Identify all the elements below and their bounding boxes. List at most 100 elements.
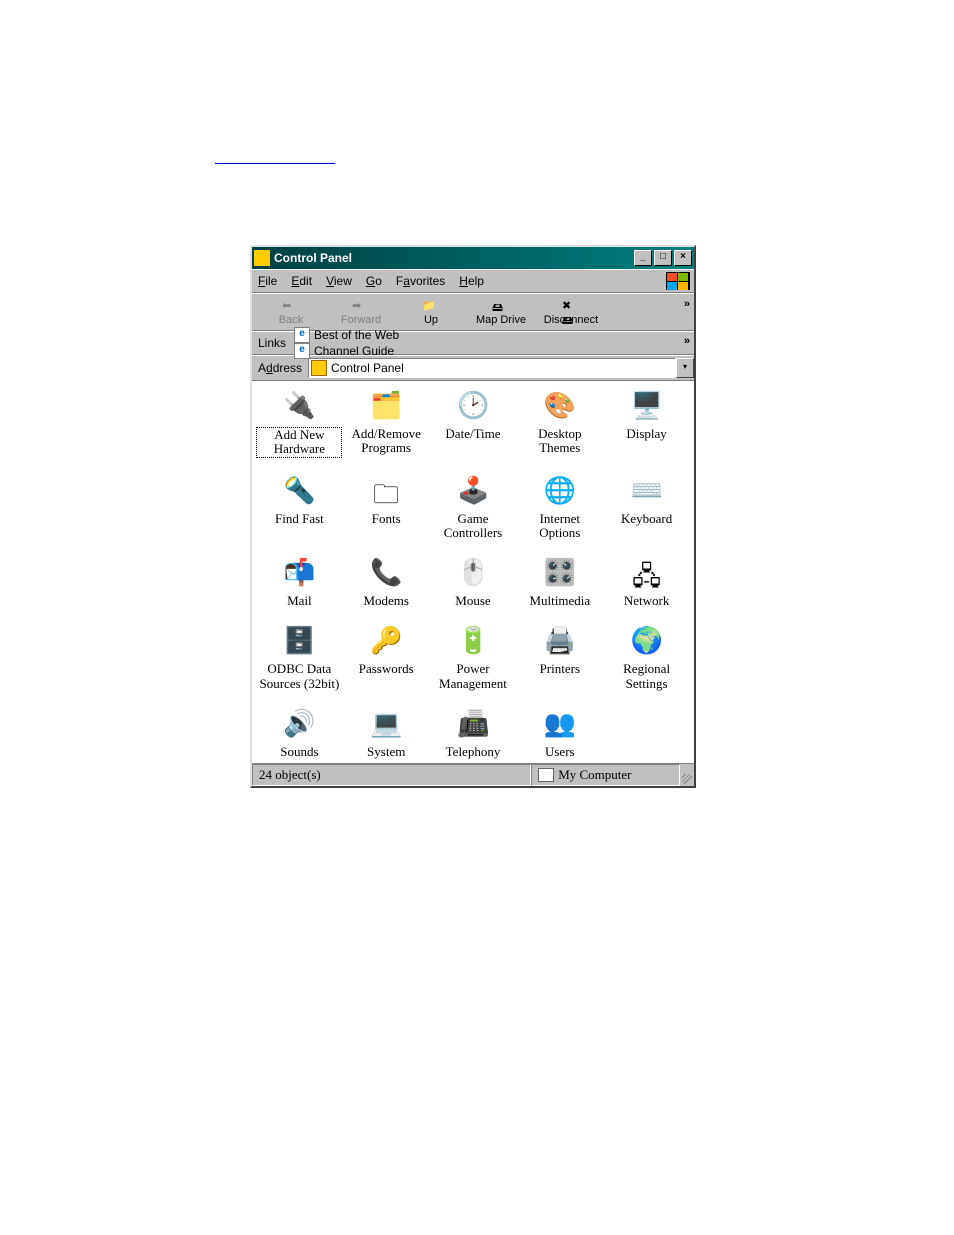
cp-item-label: Modems <box>363 594 409 608</box>
fonts-icon: 🗀 <box>370 476 402 508</box>
maximize-button[interactable]: □ <box>654 250 672 266</box>
cp-item-label: Date/Time <box>445 427 500 441</box>
address-label: Address <box>258 361 302 375</box>
mouse-icon: 🖱️ <box>457 558 489 590</box>
cp-item-internet-options[interactable]: 🌐 Internet Options <box>516 476 603 541</box>
cp-item-users[interactable]: 👥Users <box>516 709 603 759</box>
toolbar-overflow-button[interactable]: » <box>684 298 690 310</box>
titlebar[interactable]: Control Panel _ □ × <box>252 247 694 269</box>
toolbar-mapdrive-button[interactable]: 🖴Map Drive <box>466 299 536 326</box>
cp-item-label: Passwords <box>359 662 414 676</box>
menu-go[interactable]: Go <box>366 274 382 288</box>
address-value: Control Panel <box>331 361 404 375</box>
cp-item-label: Printers <box>540 662 580 676</box>
menu-file[interactable]: FFileile <box>258 274 277 288</box>
cp-item-add-new-hardware[interactable]: 🔌Add New Hardware <box>256 391 343 458</box>
cp-item-label: Display <box>626 427 666 441</box>
icon-grid: 🔌Add New Hardware🗂️Add/Remove Programs🕑D… <box>252 381 694 763</box>
control-panel-icon <box>254 250 270 266</box>
find-fast-icon: 🔦 <box>283 476 315 508</box>
cp-item-desktop-themes[interactable]: 🎨 Desktop Themes <box>516 391 603 458</box>
printers-icon: 🖨️ <box>544 626 576 658</box>
cp-item-regional-settings[interactable]: 🌍Regional Settings <box>603 626 690 691</box>
cp-item-label: Regional Settings <box>607 662 687 691</box>
passwords-icon: 🔑 <box>370 626 402 658</box>
toolbar-up-button[interactable]: 📁Up <box>396 299 466 326</box>
control-panel-window: Control Panel _ □ × FFileile Edit View G… <box>250 245 696 788</box>
cp-item-mail[interactable]: 📬Mail <box>256 558 343 608</box>
modems-icon: 📞 <box>370 558 402 590</box>
cp-item-label: Find Fast <box>275 512 324 526</box>
cp-item-keyboard[interactable]: ⌨️ Keyboard <box>603 476 690 541</box>
windows-logo-icon <box>666 272 690 290</box>
ie-icon: e <box>294 327 310 343</box>
cp-item-system[interactable]: 💻 System <box>343 709 430 759</box>
close-button[interactable]: × <box>674 250 692 266</box>
game-controllers-icon: 🕹️ <box>457 476 489 508</box>
add-remove-programs-icon: 🗂️ <box>370 391 402 423</box>
cp-item-passwords[interactable]: 🔑 Passwords <box>343 626 430 691</box>
cp-item-mouse[interactable]: 🖱️ Mouse <box>430 558 517 608</box>
link-channel-guide[interactable]: eChannel Guide <box>294 343 399 359</box>
toolbar-forward-button: ➡Forward <box>326 299 396 326</box>
cp-item-label: Desktop Themes <box>520 427 600 456</box>
forward-icon: ➡ <box>352 299 370 313</box>
address-input[interactable]: Control Panel <box>308 358 676 378</box>
cp-item-modems[interactable]: 📞 Modems <box>343 558 430 608</box>
cp-item-label: Power Management <box>433 662 513 691</box>
cp-item-date-time[interactable]: 🕑Date/Time <box>430 391 517 458</box>
status-location: My Computer <box>531 764 680 786</box>
cp-item-add-remove-programs[interactable]: 🗂️Add/Remove Programs <box>343 391 430 458</box>
status-object-count: 24 object(s) <box>252 764 531 786</box>
menu-edit[interactable]: Edit <box>291 274 312 288</box>
cp-item-find-fast[interactable]: 🔦 Find Fast <box>256 476 343 541</box>
menu-help[interactable]: Help <box>459 274 484 288</box>
links-bar: Links eBest of the WebeChannel Guide » <box>252 331 694 355</box>
add-new-hardware-icon: 🔌 <box>283 391 315 423</box>
cp-item-label: System <box>367 745 405 759</box>
toolbar-back-button: ⬅Back <box>256 299 326 326</box>
cp-item-multimedia[interactable]: 🎛️ Multimedia <box>516 558 603 608</box>
address-dropdown-button[interactable]: ▾ <box>676 358 694 378</box>
desktop-themes-icon: 🎨 <box>544 391 576 423</box>
cp-item-label: Internet Options <box>520 512 600 541</box>
toolbar-disconnect-button[interactable]: ✖🖴Disconnect <box>536 299 606 326</box>
cp-item-label: Network <box>624 594 670 608</box>
cp-item-power-management[interactable]: 🔋 Power Management <box>430 626 517 691</box>
menu-favorites[interactable]: Favorites <box>396 274 445 288</box>
cp-item-label: Mail <box>287 594 312 608</box>
cp-item-label: Multimedia <box>529 594 590 608</box>
telephony-icon: 📠 <box>457 709 489 741</box>
system-icon: 💻 <box>370 709 402 741</box>
address-icon <box>311 360 327 376</box>
cp-item-sounds[interactable]: 🔊Sounds <box>256 709 343 759</box>
mapdrive-icon: 🖴 <box>492 299 510 313</box>
cp-item-telephony[interactable]: 📠Telephony <box>430 709 517 759</box>
cp-item-label: Game Controllers <box>433 512 513 541</box>
cp-item-label: Mouse <box>455 594 490 608</box>
links-label: Links <box>258 336 286 350</box>
keyboard-icon: ⌨️ <box>631 476 663 508</box>
menu-view[interactable]: View <box>326 274 352 288</box>
back-icon: ⬅ <box>282 299 300 313</box>
disconnect-icon: ✖🖴 <box>562 299 580 313</box>
cp-item-label: Keyboard <box>621 512 672 526</box>
cp-item-network[interactable]: 🖧Network <box>603 558 690 608</box>
power-management-icon: 🔋 <box>457 626 489 658</box>
cp-item-display[interactable]: 🖥️Display <box>603 391 690 458</box>
page-top-link[interactable]: ________________ <box>215 150 335 167</box>
window-title: Control Panel <box>274 251 632 265</box>
cp-item-label: ODBC Data Sources (32bit) <box>259 662 339 691</box>
my-computer-icon <box>538 768 554 782</box>
minimize-button[interactable]: _ <box>634 250 652 266</box>
link-best-of-web[interactable]: eBest of the Web <box>294 327 399 343</box>
resize-grip[interactable] <box>680 764 694 786</box>
cp-item-fonts[interactable]: 🗀Fonts <box>343 476 430 541</box>
cp-item-game-controllers[interactable]: 🕹️ Game Controllers <box>430 476 517 541</box>
cp-item-odbc[interactable]: 🗄️ODBC Data Sources (32bit) <box>256 626 343 691</box>
status-bar: 24 object(s) My Computer <box>252 763 694 786</box>
links-overflow-button[interactable]: » <box>684 335 690 347</box>
internet-options-icon: 🌐 <box>544 476 576 508</box>
multimedia-icon: 🎛️ <box>544 558 576 590</box>
cp-item-printers[interactable]: 🖨️ Printers <box>516 626 603 691</box>
